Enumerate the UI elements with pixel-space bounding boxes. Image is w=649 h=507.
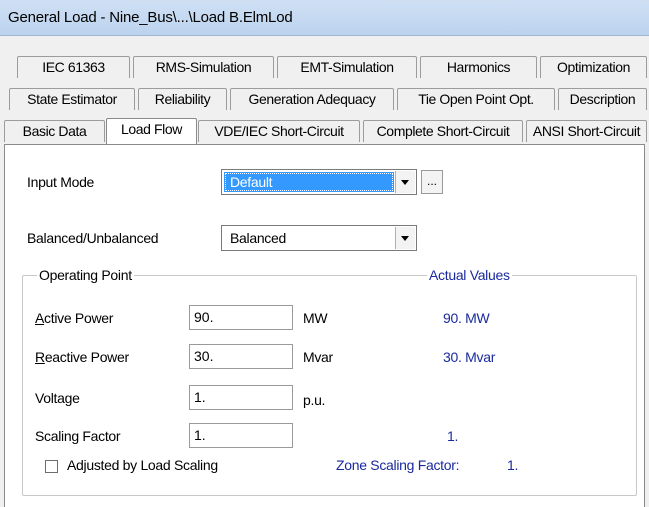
tab-tie-open-point-opt[interactable]: Tie Open Point Opt.: [397, 88, 555, 110]
window-title: General Load - Nine_Bus\...\Load B.ElmLo…: [8, 9, 293, 26]
scaling-factor-actual: 1.: [447, 428, 459, 444]
zone-scaling-factor-label: Zone Scaling Factor:: [336, 457, 460, 473]
tab-load-flow[interactable]: Load Flow: [106, 118, 197, 144]
browse-button[interactable]: ...: [421, 170, 443, 194]
reactive-power-label: Reactive Power: [35, 349, 129, 365]
tab-ansi-short-circuit[interactable]: ANSI Short-Circuit: [526, 120, 647, 142]
tab-reliability[interactable]: Reliability: [138, 88, 227, 110]
balanced-unbalanced-select[interactable]: Balanced: [221, 225, 417, 251]
actual-values-legend: Actual Values: [427, 267, 512, 283]
active-power-label: Active Power: [35, 310, 114, 326]
reactive-power-actual: 30. Mvar: [443, 349, 496, 365]
tab-state-estimator[interactable]: State Estimator: [9, 88, 135, 110]
tab-rms-simulation[interactable]: RMS-Simulation: [133, 56, 274, 78]
scaling-factor-input[interactable]: 1.: [189, 423, 293, 448]
scaling-factor-label: Scaling Factor: [35, 428, 121, 444]
reactive-power-input[interactable]: 30.: [189, 344, 293, 369]
voltage-unit: p.u.: [303, 392, 326, 408]
tab-optimization[interactable]: Optimization: [540, 56, 647, 78]
adjusted-by-load-scaling-checkbox[interactable]: [45, 460, 58, 473]
zone-scaling-factor-value: 1.: [507, 457, 519, 473]
input-mode-select[interactable]: Default: [221, 169, 417, 195]
tab-basic-data[interactable]: Basic Data: [4, 120, 105, 142]
tab-emt-simulation[interactable]: EMT-Simulation: [277, 56, 417, 78]
tab-iec-61363[interactable]: IEC 61363: [17, 56, 130, 78]
tab-description[interactable]: Description: [558, 88, 647, 110]
balanced-unbalanced-value: Balanced: [230, 230, 286, 246]
tab-vde-iec-short-circuit[interactable]: VDE/IEC Short-Circuit: [198, 120, 360, 142]
tab-generation-adequacy[interactable]: Generation Adequacy: [230, 88, 394, 110]
tab-row-2: State Estimator Reliability Generation A…: [0, 88, 649, 112]
tab-row-1: IEC 61363 RMS-Simulation EMT-Simulation …: [0, 56, 649, 80]
tab-row-3: Basic Data Load Flow VDE/IEC Short-Circu…: [0, 118, 649, 144]
load-flow-panel: Input Mode Default ... Balanced/Unbalanc…: [4, 144, 645, 507]
title-bar: General Load - Nine_Bus\...\Load B.ElmLo…: [0, 0, 649, 36]
active-power-unit: MW: [303, 310, 328, 326]
chevron-down-icon[interactable]: [395, 171, 415, 193]
reactive-power-unit: Mvar: [303, 349, 333, 365]
operating-point-legend: Operating Point: [37, 267, 134, 283]
tab-harmonics[interactable]: Harmonics: [420, 56, 537, 78]
active-power-input[interactable]: 90.: [189, 305, 293, 330]
active-power-actual: 90. MW: [443, 310, 490, 326]
operating-point-group: Operating Point Actual Values Active Pow…: [22, 267, 637, 496]
adjusted-by-load-scaling-label[interactable]: Adjusted by Load Scaling: [67, 457, 218, 473]
tab-complete-short-circuit[interactable]: Complete Short-Circuit: [363, 120, 523, 142]
balanced-unbalanced-label: Balanced/Unbalanced: [27, 230, 159, 246]
voltage-input[interactable]: 1.: [189, 385, 293, 410]
input-mode-value: Default: [224, 172, 394, 192]
input-mode-label: Input Mode: [27, 174, 95, 190]
chevron-down-icon[interactable]: [395, 227, 415, 249]
voltage-label: Voltage: [35, 390, 80, 406]
